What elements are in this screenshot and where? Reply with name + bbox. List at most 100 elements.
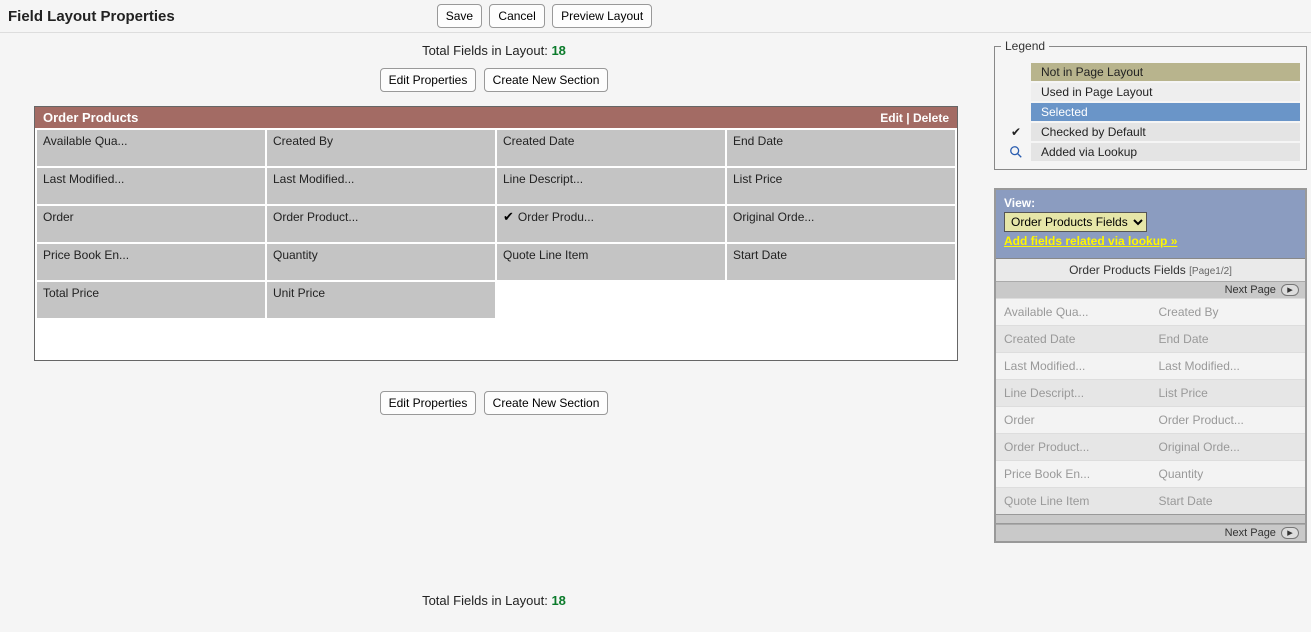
field-label: Quantity (273, 248, 318, 262)
palette-field[interactable]: Order Product... (996, 433, 1151, 460)
section-edit-link[interactable]: Edit (880, 111, 903, 125)
create-section-button[interactable]: Create New Section (484, 68, 609, 92)
palette-page-info: [Page1/2] (1189, 266, 1232, 277)
field-cell[interactable]: Last Modified... (37, 168, 265, 204)
palette-title: Order Products Fields [Page1/2] (996, 258, 1305, 281)
field-label: Start Date (733, 248, 787, 262)
palette-field[interactable]: Start Date (1151, 487, 1306, 514)
header-buttons: Save Cancel Preview Layout (435, 4, 654, 28)
field-cell[interactable]: ✔Order Produ... (497, 206, 725, 242)
section-order-products: Order Products Edit | Delete Available Q… (34, 106, 958, 361)
legend-title: Legend (1001, 39, 1049, 53)
section-title: Order Products (43, 110, 138, 125)
field-grid: Available Qua... Created By Created Date En… (35, 128, 957, 320)
field-label: Available Qua... (43, 134, 128, 148)
legend-swatch-selected (1001, 103, 1031, 121)
field-label: Order Product... (273, 210, 358, 224)
palette-field[interactable]: End Date (1151, 325, 1306, 352)
field-cell[interactable]: Quote Line Item (497, 244, 725, 280)
field-label: Total Price (43, 286, 99, 300)
field-cell[interactable]: Order Product... (267, 206, 495, 242)
legend-box: Legend Not in Page Layout Used in Page L… (994, 39, 1307, 170)
field-label: End Date (733, 134, 783, 148)
palette-field[interactable]: Original Orde... (1151, 433, 1306, 460)
section-buttons-top: Edit Properties Create New Section (4, 62, 984, 106)
palette-divider (996, 514, 1305, 524)
layout-editor: Total Fields in Layout: 18 Edit Properti… (4, 39, 984, 612)
palette-view-bar: View: Order Products Fields Add fields r… (996, 190, 1305, 258)
edit-properties-button-bottom[interactable]: Edit Properties (380, 391, 477, 415)
palette-title-text: Order Products Fields (1069, 263, 1186, 277)
total-fields-bottom: Total Fields in Layout: 18 (4, 589, 984, 612)
palette-field[interactable]: Created Date (996, 325, 1151, 352)
field-cell[interactable]: End Date (727, 130, 955, 166)
palette-grid: Available Qua...Created ByCreated DateEn… (996, 298, 1305, 514)
field-cell[interactable]: Total Price (37, 282, 265, 318)
palette-nav-bottom: Next Page ▸ (996, 524, 1305, 541)
save-button[interactable]: Save (437, 4, 482, 28)
palette-field[interactable]: Created By (1151, 298, 1306, 325)
legend-not-in-layout: Not in Page Layout (1031, 63, 1300, 81)
field-cell[interactable]: Start Date (727, 244, 955, 280)
field-label: Last Modified... (43, 172, 124, 186)
field-cell[interactable]: Line Descript... (497, 168, 725, 204)
section-buttons-bottom: Edit Properties Create New Section (4, 361, 984, 429)
next-page-icon-bottom[interactable]: ▸ (1281, 527, 1299, 539)
palette-field[interactable]: Order Product... (1151, 406, 1306, 433)
field-cell[interactable]: Created By (267, 130, 495, 166)
edit-properties-button[interactable]: Edit Properties (380, 68, 477, 92)
cancel-button[interactable]: Cancel (489, 4, 544, 28)
section-drop-zone[interactable] (35, 320, 957, 360)
sidebar: Legend Not in Page Layout Used in Page L… (984, 39, 1307, 543)
add-lookup-link[interactable]: Add fields related via lookup » (1004, 234, 1177, 248)
section-delete-link[interactable]: Delete (913, 111, 949, 125)
legend-checked-default: Checked by Default (1031, 123, 1300, 141)
create-section-button-bottom[interactable]: Create New Section (484, 391, 609, 415)
legend-swatch-used (1001, 83, 1031, 101)
field-cell[interactable]: Last Modified... (267, 168, 495, 204)
palette-field[interactable]: Quantity (1151, 460, 1306, 487)
next-page-bottom[interactable]: Next Page (1225, 527, 1276, 539)
field-label: Unit Price (273, 286, 325, 300)
field-label: Order (43, 210, 74, 224)
field-palette: View: Order Products Fields Add fields r… (994, 188, 1307, 543)
palette-field[interactable]: Available Qua... (996, 298, 1151, 325)
field-cell[interactable]: Original Orde... (727, 206, 955, 242)
field-label: Original Orde... (733, 210, 814, 224)
field-label: Line Descript... (503, 172, 583, 186)
palette-field[interactable]: Quote Line Item (996, 487, 1151, 514)
field-cell[interactable]: Created Date (497, 130, 725, 166)
legend-selected: Selected (1031, 103, 1300, 121)
page-title: Field Layout Properties (8, 8, 175, 25)
view-label: View: (1004, 196, 1297, 210)
palette-field[interactable]: Line Descript... (996, 379, 1151, 406)
total-count: 18 (551, 43, 565, 58)
next-page-top[interactable]: Next Page (1225, 284, 1276, 296)
field-cell[interactable]: Available Qua... (37, 130, 265, 166)
field-cell[interactable]: List Price (727, 168, 955, 204)
field-label: Created Date (503, 134, 574, 148)
preview-layout-button[interactable]: Preview Layout (552, 4, 652, 28)
total-count-bottom: 18 (551, 593, 565, 608)
field-cell[interactable]: Quantity (267, 244, 495, 280)
section-header: Order Products Edit | Delete (35, 107, 957, 128)
total-fields-top: Total Fields in Layout: 18 (4, 39, 984, 62)
total-label-bottom: Total Fields in Layout: (422, 593, 548, 608)
check-icon: ✔ (1001, 123, 1031, 141)
field-label: List Price (733, 172, 782, 186)
palette-field[interactable]: Order (996, 406, 1151, 433)
field-cell[interactable]: Price Book En... (37, 244, 265, 280)
field-label: Quote Line Item (503, 248, 588, 262)
field-cell[interactable]: Order (37, 206, 265, 242)
field-label: Created By (273, 134, 333, 148)
palette-field[interactable]: Last Modified... (1151, 352, 1306, 379)
palette-field[interactable]: List Price (1151, 379, 1306, 406)
legend-added-via-lookup: Added via Lookup (1031, 143, 1300, 161)
palette-nav-top: Next Page ▸ (996, 281, 1305, 298)
view-select[interactable]: Order Products Fields (1004, 212, 1147, 232)
palette-field[interactable]: Last Modified... (996, 352, 1151, 379)
field-cell[interactable]: Unit Price (267, 282, 495, 318)
field-label: Price Book En... (43, 248, 129, 262)
next-page-icon[interactable]: ▸ (1281, 284, 1299, 296)
palette-field[interactable]: Price Book En... (996, 460, 1151, 487)
